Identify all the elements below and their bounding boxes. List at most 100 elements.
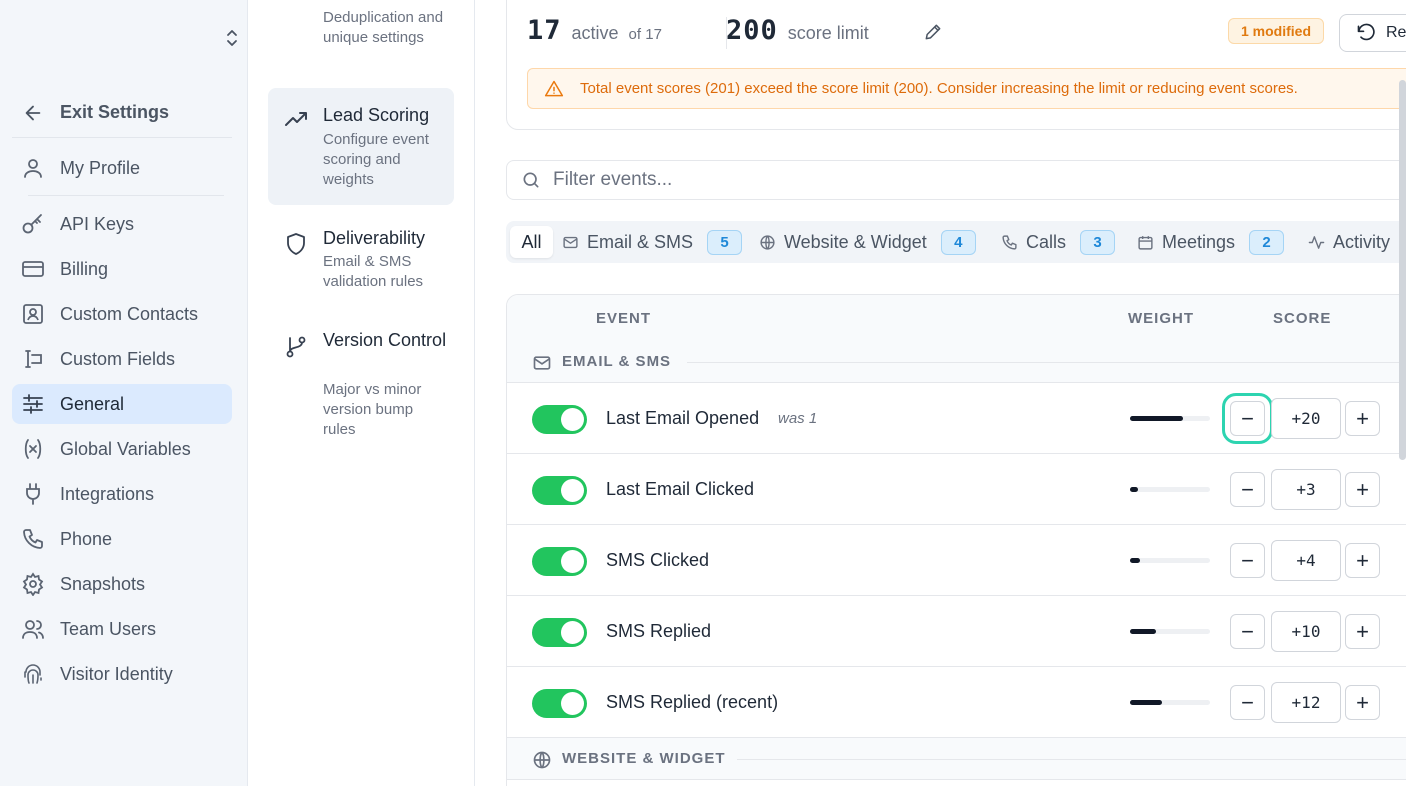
sidebar-item-visitor-identity[interactable]: Visitor Identity [12,654,232,694]
active-label: active [571,23,619,43]
sidebar-item-custom-fields[interactable]: Custom Fields [12,339,232,379]
score-value[interactable]: +20 [1271,398,1341,439]
decrement-button[interactable]: − [1222,393,1273,444]
previous-value-note: was 1 [778,410,818,427]
event-enabled-toggle[interactable] [532,476,587,505]
contact-icon [23,304,43,324]
filter-events-input[interactable] [553,169,1353,191]
decrement-button[interactable]: − [1230,543,1265,578]
table-row: SMS Replied (recent) − +12 + [507,667,1406,738]
score-value[interactable]: +4 [1271,540,1341,581]
tab-meetings[interactable]: Meetings 2 [1137,226,1285,258]
sidebar-item-label: General [60,393,125,414]
increment-button[interactable]: + [1345,543,1380,578]
sidebar-item-general[interactable]: General [12,384,232,424]
header-weight: WEIGHT [1128,310,1194,327]
score-value[interactable]: +10 [1271,611,1341,652]
weight-bar [1130,629,1210,634]
sidebar-item-label: My Profile [60,157,141,178]
subnav-item-desc: Configure event scoring and weights [323,131,429,188]
event-enabled-toggle[interactable] [532,547,587,576]
weight-bar [1130,487,1210,492]
score-limit-warning: Total event scores (201) exceed the scor… [527,68,1406,109]
tab-label: Meetings [1162,231,1236,252]
header-score: SCORE [1273,310,1332,327]
chevron-up-down-icon[interactable] [224,28,240,48]
weight-bar [1130,700,1210,705]
event-enabled-toggle[interactable] [532,405,587,434]
tab-count-badge: 3 [1080,229,1116,255]
table-header: EVENT WEIGHT SCORE [507,295,1406,341]
calendar-icon [1138,235,1153,250]
event-name: SMS Replied [606,621,712,641]
group-divider [737,759,1406,760]
sliders-icon [23,394,43,414]
decrement-button[interactable]: − [1230,685,1265,720]
sidebar-item-my-profile[interactable]: My Profile [12,148,232,188]
sidebar-item-label: Integrations [60,483,155,504]
increment-button[interactable]: + [1345,614,1380,649]
reset-label: Reset [1386,24,1406,41]
sidebar-item-label: Global Variables [60,438,191,459]
subnav-item-version-control[interactable]: Version Control Major vs minor version b… [268,315,454,445]
header-event: EVENT [596,310,652,327]
decrement-button[interactable]: − [1230,614,1265,649]
scrollbar-thumb[interactable] [1399,80,1406,460]
sidebar-item-phone[interactable]: Phone [12,519,232,559]
pencil-icon[interactable] [923,22,943,42]
sidebar-item-global-variables[interactable]: Global Variables [12,429,232,469]
sidebar-item-billing[interactable]: Billing [12,249,232,289]
tab-label: All [521,231,542,252]
sidebar-item-snapshots[interactable]: Snapshots [12,564,232,604]
git-branch-icon [286,336,306,358]
fingerprint-icon [24,664,42,684]
weight-bar [1130,416,1210,421]
rotate-ccw-icon [1357,23,1375,41]
sidebar-item-team-users[interactable]: Team Users [12,609,232,649]
credit-card-icon [22,261,44,277]
settings-subnav: Deduplication and unique settings Lead S… [248,0,475,786]
sidebar-item-label: Custom Contacts [60,303,199,324]
weight-bar-fill [1130,629,1157,634]
warning-triangle-icon [544,80,564,96]
increment-button[interactable]: + [1345,472,1380,507]
event-enabled-toggle[interactable] [532,618,587,647]
sidebar-item-custom-contacts[interactable]: Custom Contacts [12,294,232,334]
active-count: 17 [527,15,562,46]
users-icon [22,620,44,639]
sidebar-item-label: API Keys [60,213,135,234]
tab-website-widget[interactable]: Website & Widget 4 [759,226,976,258]
tab-all[interactable]: All [510,226,553,258]
increment-button[interactable]: + [1345,401,1380,436]
exit-settings-button[interactable]: Exit Settings [12,88,232,138]
tab-calls[interactable]: Calls 3 [1001,226,1116,258]
variable-icon [24,439,42,459]
sidebar-divider [28,195,224,196]
tab-label: Activity [1333,231,1391,252]
table-row: Last Email Clicked − +3 + [507,454,1406,525]
group-header-email-sms: EMAIL & SMS [507,341,1406,383]
tab-activity[interactable]: Activity [1308,226,1390,258]
sidebar-item-integrations[interactable]: Integrations [12,474,232,514]
score-value[interactable]: +12 [1271,682,1341,723]
subnav-item-lead-scoring[interactable]: Lead Scoring Configure event scoring and… [268,88,454,205]
category-tabs: All Email & SMS 5 Website & Widget 4 Cal… [506,221,1406,263]
tab-email-sms[interactable]: Email & SMS 5 [562,226,743,258]
arrow-left-icon [25,105,41,120]
increment-button[interactable]: + [1345,685,1380,720]
globe-icon [533,751,551,769]
plug-icon [26,483,40,505]
sidebar-item-api-keys[interactable]: API Keys [12,204,232,244]
subnav-item-deliverability[interactable]: Deliverability Email & SMS validation ru… [268,212,454,308]
reset-button[interactable]: Reset [1339,14,1406,52]
subnav-item-desc: Major vs minor version bump rules [323,381,422,438]
subnav-item-desc: Deduplication and unique settings [323,9,444,46]
sidebar-item-label: Team Users [60,618,157,639]
table-row: Last Email Opened was 1 − +20 + [507,383,1406,454]
tab-count-badge: 4 [940,229,976,255]
event-name: SMS Clicked [606,550,710,570]
score-value[interactable]: +3 [1271,469,1341,510]
search-icon [523,172,539,188]
decrement-button[interactable]: − [1230,472,1265,507]
event-enabled-toggle[interactable] [532,689,587,718]
